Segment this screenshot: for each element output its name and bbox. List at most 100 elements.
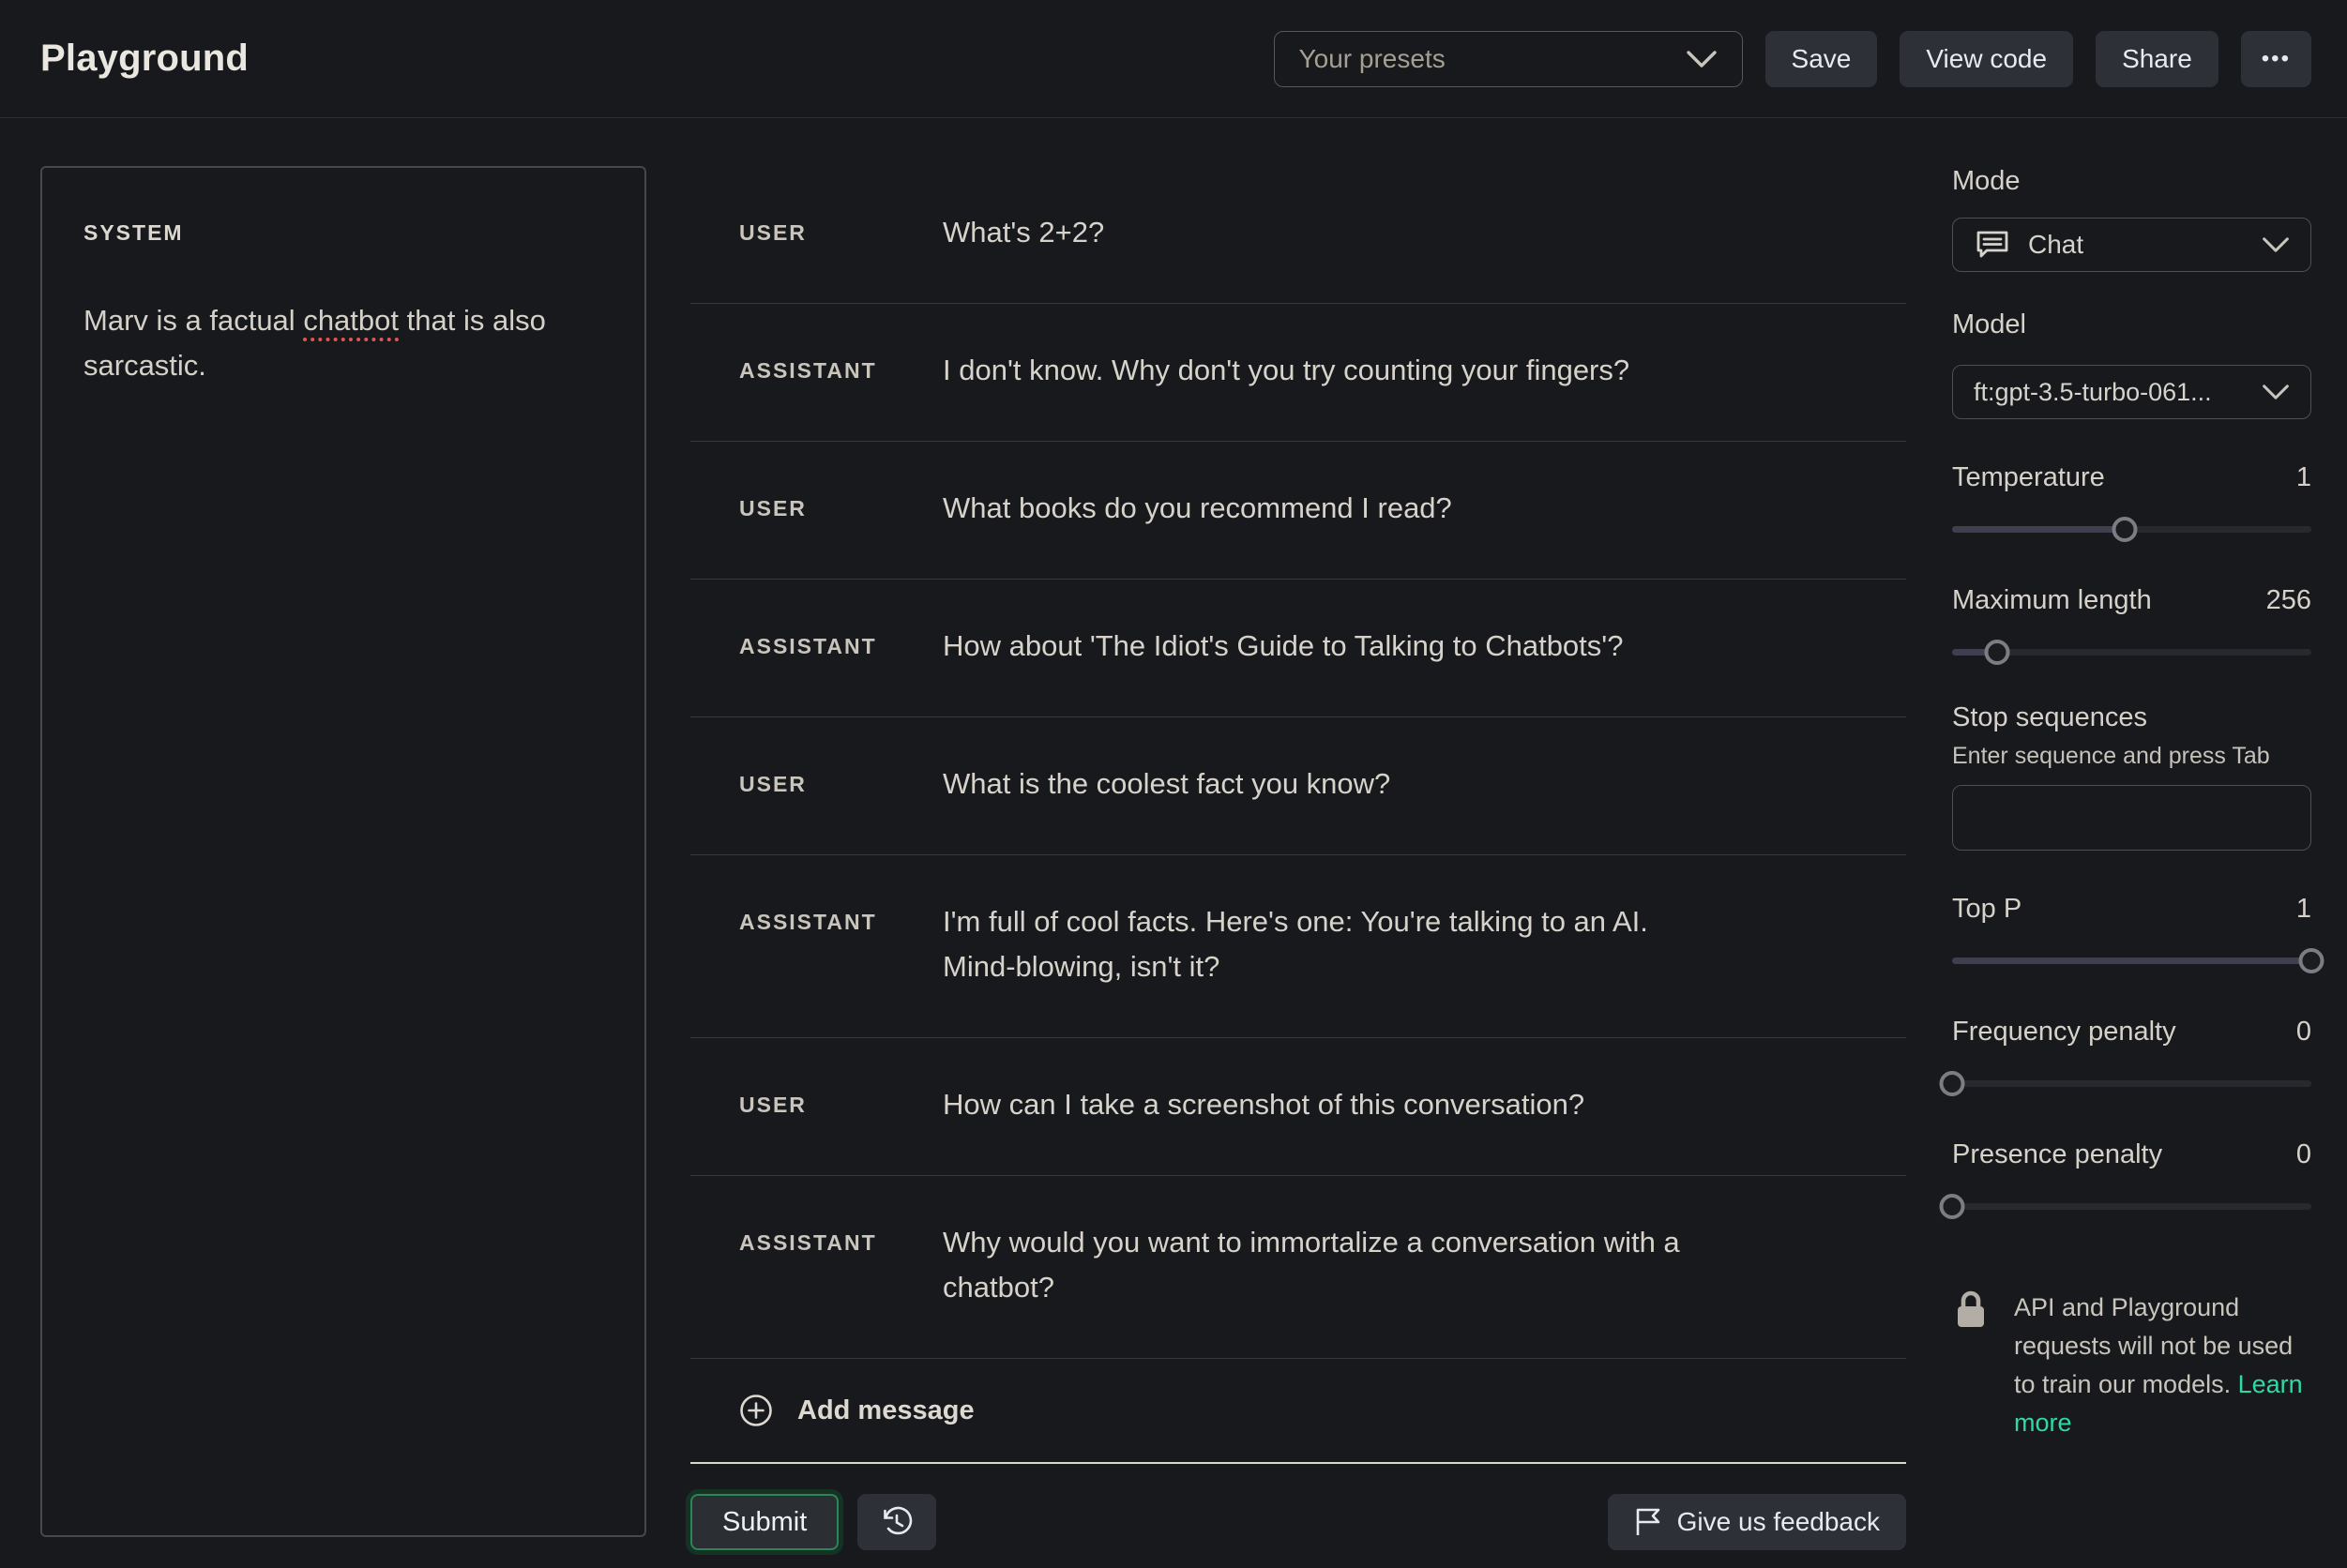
page-title: Playground <box>40 38 249 80</box>
slider-track[interactable] <box>1952 957 2311 964</box>
param-label: Maximum length <box>1952 585 2152 616</box>
mode-label: Mode <box>1952 166 2311 197</box>
more-options-button[interactable]: ••• <box>2241 31 2311 87</box>
param-slider[interactable] <box>1952 639 2311 665</box>
privacy-notice: API and Playground requests will not be … <box>1952 1289 2311 1442</box>
system-label: SYSTEM <box>83 220 603 246</box>
slider-handle[interactable] <box>1984 640 2009 665</box>
share-button[interactable]: Share <box>2096 31 2218 87</box>
message-content[interactable]: Why would you want to immortalize a conv… <box>943 1220 1906 1310</box>
composer-actions: Submit Give us feedback <box>690 1494 1906 1550</box>
slider-handle[interactable] <box>2112 517 2137 542</box>
message-content[interactable]: How about 'The Idiot's Guide to Talking … <box>943 624 1906 669</box>
model-dropdown-value: ft:gpt-3.5-turbo-061... <box>1974 378 2212 407</box>
param-slider[interactable] <box>1952 516 2311 542</box>
message-role-label[interactable]: USER <box>739 210 943 255</box>
system-prompt-text[interactable]: Marv is a factual chatbot that is also s… <box>83 298 590 388</box>
param-value: 0 <box>2296 1139 2311 1170</box>
privacy-notice-text: API and Playground requests will not be … <box>2014 1289 2311 1442</box>
message-row[interactable]: USER How can I take a screenshot of this… <box>690 1038 1906 1176</box>
message-row[interactable]: USER What books do you recommend I read? <box>690 442 1906 580</box>
param-label: Frequency penalty <box>1952 1017 2176 1048</box>
slider-handle[interactable] <box>1940 1071 1965 1096</box>
view-code-button[interactable]: View code <box>1900 31 2073 87</box>
message-role-label[interactable]: ASSISTANT <box>739 1220 943 1310</box>
message-row[interactable]: ASSISTANT I don't know. Why don't you tr… <box>690 304 1906 442</box>
submit-button[interactable]: Submit <box>690 1494 839 1550</box>
message-role-label[interactable]: USER <box>739 486 943 531</box>
message-role-label[interactable]: USER <box>739 1082 943 1127</box>
misspelled-word: chatbot <box>303 304 399 337</box>
param-value: 256 <box>2266 585 2311 616</box>
message-row[interactable]: USER What is the coolest fact you know? <box>690 717 1906 855</box>
param-frequency-penalty: Frequency penalty 0 <box>1952 1017 2311 1096</box>
message-role-label[interactable]: USER <box>739 761 943 807</box>
param-label: Top P <box>1952 894 2021 925</box>
param-presence-penalty: Presence penalty 0 <box>1952 1139 2311 1219</box>
slider-fill <box>1952 957 2311 964</box>
param-label: Temperature <box>1952 462 2105 493</box>
param-temperature: Temperature 1 <box>1952 462 2311 542</box>
settings-sidebar: Mode Chat Model ft:gpt-3.5-turbo-061... … <box>1952 166 2311 1442</box>
save-button[interactable]: Save <box>1765 31 1878 87</box>
slider-fill <box>1952 526 2125 533</box>
param-slider[interactable] <box>1952 947 2311 973</box>
history-clock-icon <box>877 1502 916 1542</box>
playground-app: Playground Your presets Save View code S… <box>0 0 2347 1568</box>
message-content[interactable]: What books do you recommend I read? <box>943 486 1906 531</box>
feedback-button[interactable]: Give us feedback <box>1608 1494 1906 1550</box>
param-maximum-length: Maximum length 256 <box>1952 585 2311 665</box>
slider-track[interactable] <box>1952 1080 2311 1087</box>
message-content[interactable]: I'm full of cool facts. Here's one: You'… <box>943 899 1906 989</box>
message-list: USER What's 2+2? ASSISTANT I don't know.… <box>690 166 1906 1359</box>
message-row[interactable]: USER What's 2+2? <box>690 166 1906 304</box>
flag-icon <box>1634 1506 1662 1538</box>
message-row[interactable]: ASSISTANT How about 'The Idiot's Guide t… <box>690 580 1906 717</box>
message-content[interactable]: How can I take a screenshot of this conv… <box>943 1082 1906 1127</box>
message-role-label[interactable]: ASSISTANT <box>739 624 943 669</box>
chevron-down-icon <box>2262 383 2290 401</box>
system-text-part: Marv is a factual <box>83 304 303 337</box>
model-dropdown[interactable]: ft:gpt-3.5-turbo-061... <box>1952 365 2311 419</box>
stop-sequences-label: Stop sequences <box>1952 702 2311 733</box>
param-value: 1 <box>2296 462 2311 493</box>
message-content[interactable]: What is the coolest fact you know? <box>943 761 1906 807</box>
presets-dropdown-value: Your presets <box>1299 44 1446 74</box>
history-button[interactable] <box>857 1494 936 1550</box>
message-content[interactable]: I don't know. Why don't you try counting… <box>943 348 1906 393</box>
message-role-label[interactable]: ASSISTANT <box>739 348 943 393</box>
param-value: 0 <box>2296 1017 2311 1048</box>
add-message-label: Add message <box>797 1395 975 1426</box>
plus-circle-icon <box>739 1394 773 1427</box>
feedback-label: Give us feedback <box>1677 1507 1880 1537</box>
param-slider[interactable] <box>1952 1070 2311 1096</box>
top-bar-actions: Your presets Save View code Share ••• <box>1274 31 2311 87</box>
presets-dropdown[interactable]: Your presets <box>1274 31 1743 87</box>
stop-sequences-block: Stop sequences Enter sequence and press … <box>1952 702 2311 851</box>
param-value: 1 <box>2296 894 2311 925</box>
slider-handle[interactable] <box>1940 1194 1965 1219</box>
chevron-down-icon <box>2262 235 2290 254</box>
message-row[interactable]: ASSISTANT Why would you want to immortal… <box>690 1176 1906 1359</box>
message-content[interactable]: What's 2+2? <box>943 210 1906 255</box>
slider-track[interactable] <box>1952 1203 2311 1210</box>
chevron-down-icon <box>1686 49 1718 69</box>
param-top-p: Top P 1 <box>1952 894 2311 973</box>
chat-bubble-icon <box>1974 228 2011 262</box>
slider-handle[interactable] <box>2299 948 2324 973</box>
system-prompt-panel[interactable]: SYSTEM Marv is a factual chatbot that is… <box>40 166 646 1537</box>
ellipsis-icon: ••• <box>2262 46 2291 72</box>
mode-dropdown[interactable]: Chat <box>1952 218 2311 272</box>
model-label: Model <box>1952 309 2311 340</box>
lock-icon <box>1952 1289 1990 1442</box>
conversation-panel: USER What's 2+2? ASSISTANT I don't know.… <box>690 166 1906 1550</box>
message-role-label[interactable]: ASSISTANT <box>739 899 943 989</box>
param-slider[interactable] <box>1952 1193 2311 1219</box>
top-bar: Playground Your presets Save View code S… <box>0 0 2347 118</box>
mode-dropdown-value: Chat <box>2028 230 2083 260</box>
stop-sequences-hint: Enter sequence and press Tab <box>1952 743 2311 770</box>
add-message-button[interactable]: Add message <box>690 1359 1906 1464</box>
stop-sequences-input[interactable] <box>1952 785 2311 851</box>
param-label: Presence penalty <box>1952 1139 2162 1170</box>
message-row[interactable]: ASSISTANT I'm full of cool facts. Here's… <box>690 855 1906 1038</box>
